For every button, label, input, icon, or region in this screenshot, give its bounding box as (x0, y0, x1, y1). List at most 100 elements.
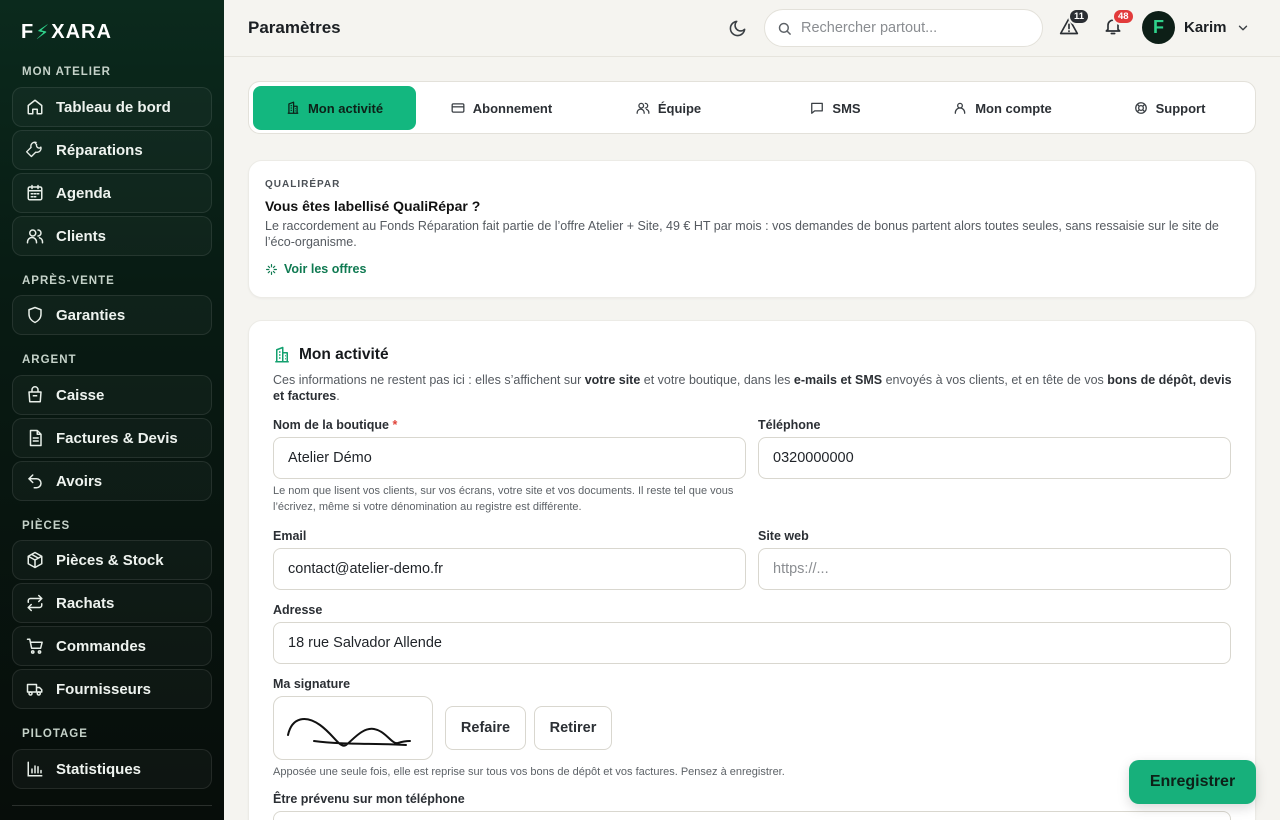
logo-text-right: XARA (51, 21, 112, 43)
building-icon (273, 346, 291, 364)
tab-equipe[interactable]: Équipe (587, 86, 750, 130)
sidebar-item-pieces-stock[interactable]: Pièces & Stock (12, 540, 212, 580)
exchange-icon (26, 594, 44, 612)
phone-input[interactable] (773, 450, 1216, 466)
qualirepar-kicker: QUALIRÉPAR (265, 179, 341, 190)
signature-label: Ma signature (273, 677, 351, 691)
settings-tabs: Mon activité Abonnement Équipe SMS Mon c… (248, 81, 1256, 134)
desc-bold: e-mails et SMS (793, 373, 883, 387)
user-name: Karim (1184, 19, 1227, 36)
tab-label: Mon activité (307, 100, 384, 116)
sidebar-item-statistiques[interactable]: Statistiques (12, 749, 212, 789)
sidebar-item-tableau-de-bord[interactable]: Tableau de bord (12, 87, 212, 127)
desc-bold: votre site (584, 373, 641, 387)
email-label: Email (273, 529, 307, 543)
address-field[interactable] (273, 622, 1231, 664)
shop-name-field[interactable] (273, 437, 746, 479)
sidebar-divider (12, 805, 212, 806)
email-field[interactable] (273, 548, 746, 590)
address-label: Adresse (273, 603, 323, 617)
sidebar-item-label: Pièces & Stock (56, 551, 164, 569)
tab-mon-activite[interactable]: Mon activité (253, 86, 416, 130)
signature-help: Apposée une seule fois, elle est reprise… (273, 766, 785, 778)
search-input[interactable] (801, 20, 1021, 36)
sidebar-section-mon-atelier: MON ATELIER (22, 66, 111, 78)
sidebar-item-label: Avoirs (56, 472, 103, 490)
save-button[interactable]: Enregistrer (1129, 760, 1256, 804)
sidebar-item-label: Rachats (56, 594, 115, 612)
redo-signature-button[interactable]: Refaire (445, 706, 526, 750)
user-menu[interactable]: F Karim (1142, 11, 1250, 44)
see-offers-label: Voir les offres (284, 262, 367, 276)
cash-register-icon (26, 386, 44, 404)
activity-heading: Mon activité (273, 346, 389, 364)
app-logo[interactable]: F ⚡ XARA (21, 20, 112, 45)
tab-abonnement[interactable]: Abonnement (420, 86, 583, 130)
sidebar-item-agenda[interactable]: Agenda (12, 173, 212, 213)
sidebar-item-clients[interactable]: Clients (12, 216, 212, 256)
see-offers-link[interactable]: Voir les offres (265, 262, 366, 276)
tab-sms[interactable]: SMS (754, 86, 917, 130)
document-icon (26, 429, 44, 447)
remove-signature-button[interactable]: Retirer (534, 706, 612, 750)
desc-part: Ces informations ne restent pas ici : el… (273, 373, 585, 387)
qualirepar-card: QUALIRÉPAR Vous êtes labellisé QualiRépa… (248, 160, 1256, 298)
tab-label: Mon compte (975, 100, 1052, 116)
qualirepar-text: Le raccordement au Fonds Réparation fait… (265, 219, 1219, 249)
team-icon (636, 101, 650, 115)
email-input[interactable] (288, 561, 731, 577)
phone-label: Téléphone (758, 418, 821, 432)
desc-part: . (336, 389, 340, 403)
sidebar-item-reparations[interactable]: Réparations (12, 130, 212, 170)
alerts-button[interactable]: 11 (1059, 8, 1091, 40)
sidebar-item-label: Caisse (56, 386, 105, 404)
sidebar-item-label: Agenda (56, 184, 112, 202)
signature-pad[interactable] (273, 696, 433, 760)
user-icon (953, 101, 967, 115)
sidebar-section-apres-vente: APRÈS-VENTE (22, 275, 115, 287)
sidebar-item-commandes[interactable]: Commandes (12, 626, 212, 666)
sidebar-section-pieces: PIÈCES (22, 520, 71, 532)
sidebar-item-avoirs[interactable]: Avoirs (12, 461, 212, 501)
tab-support[interactable]: Support (1088, 86, 1251, 130)
label-text: Nom de la boutique (273, 418, 389, 432)
shield-icon (26, 306, 44, 324)
sidebar-item-fournisseurs[interactable]: Fournisseurs (12, 669, 212, 709)
notifications-button[interactable]: 48 (1103, 8, 1135, 40)
desc-part: et votre boutique, dans les (640, 373, 794, 387)
notifications-count-badge: 48 (1112, 8, 1135, 25)
lifebuoy-icon (1134, 101, 1148, 115)
website-input[interactable] (773, 561, 1216, 577)
truck-icon (26, 680, 44, 698)
desc-part: envoyés à vos clients, et en tête de vos (882, 373, 1108, 387)
moon-icon[interactable] (728, 19, 747, 38)
sparkle-icon (265, 263, 278, 276)
sidebar-item-label: Fournisseurs (56, 680, 152, 698)
building-icon (286, 101, 300, 115)
phone-field[interactable] (758, 437, 1231, 479)
undo-icon (26, 472, 44, 490)
sidebar-item-caisse[interactable]: Caisse (12, 375, 212, 415)
notify-field[interactable] (273, 811, 1231, 820)
sidebar-item-label: Factures & Devis (56, 429, 178, 447)
sidebar-item-rachats[interactable]: Rachats (12, 583, 212, 623)
address-input[interactable] (288, 635, 1216, 651)
calendar-icon (26, 184, 44, 202)
global-search[interactable] (764, 9, 1043, 47)
sidebar-item-garanties[interactable]: Garanties (12, 295, 212, 335)
sidebar-item-label: Statistiques (56, 760, 142, 778)
shop-name-label: Nom de la boutique * (273, 418, 397, 432)
shop-name-input[interactable] (288, 450, 731, 466)
tab-mon-compte[interactable]: Mon compte (921, 86, 1084, 130)
sidebar-item-factures-devis[interactable]: Factures & Devis (12, 418, 212, 458)
home-icon (26, 98, 44, 116)
sidebar-section-argent: ARGENT (22, 354, 77, 366)
tab-label: Support (1155, 100, 1206, 116)
message-icon (810, 101, 824, 115)
activity-description: Ces informations ne restent pas ici : el… (273, 372, 1233, 404)
sidebar-item-label: Tableau de bord (56, 98, 171, 116)
alerts-count-badge: 11 (1068, 8, 1091, 25)
search-icon (777, 21, 792, 36)
page-title: Paramètres (248, 18, 341, 37)
website-field[interactable] (758, 548, 1231, 590)
